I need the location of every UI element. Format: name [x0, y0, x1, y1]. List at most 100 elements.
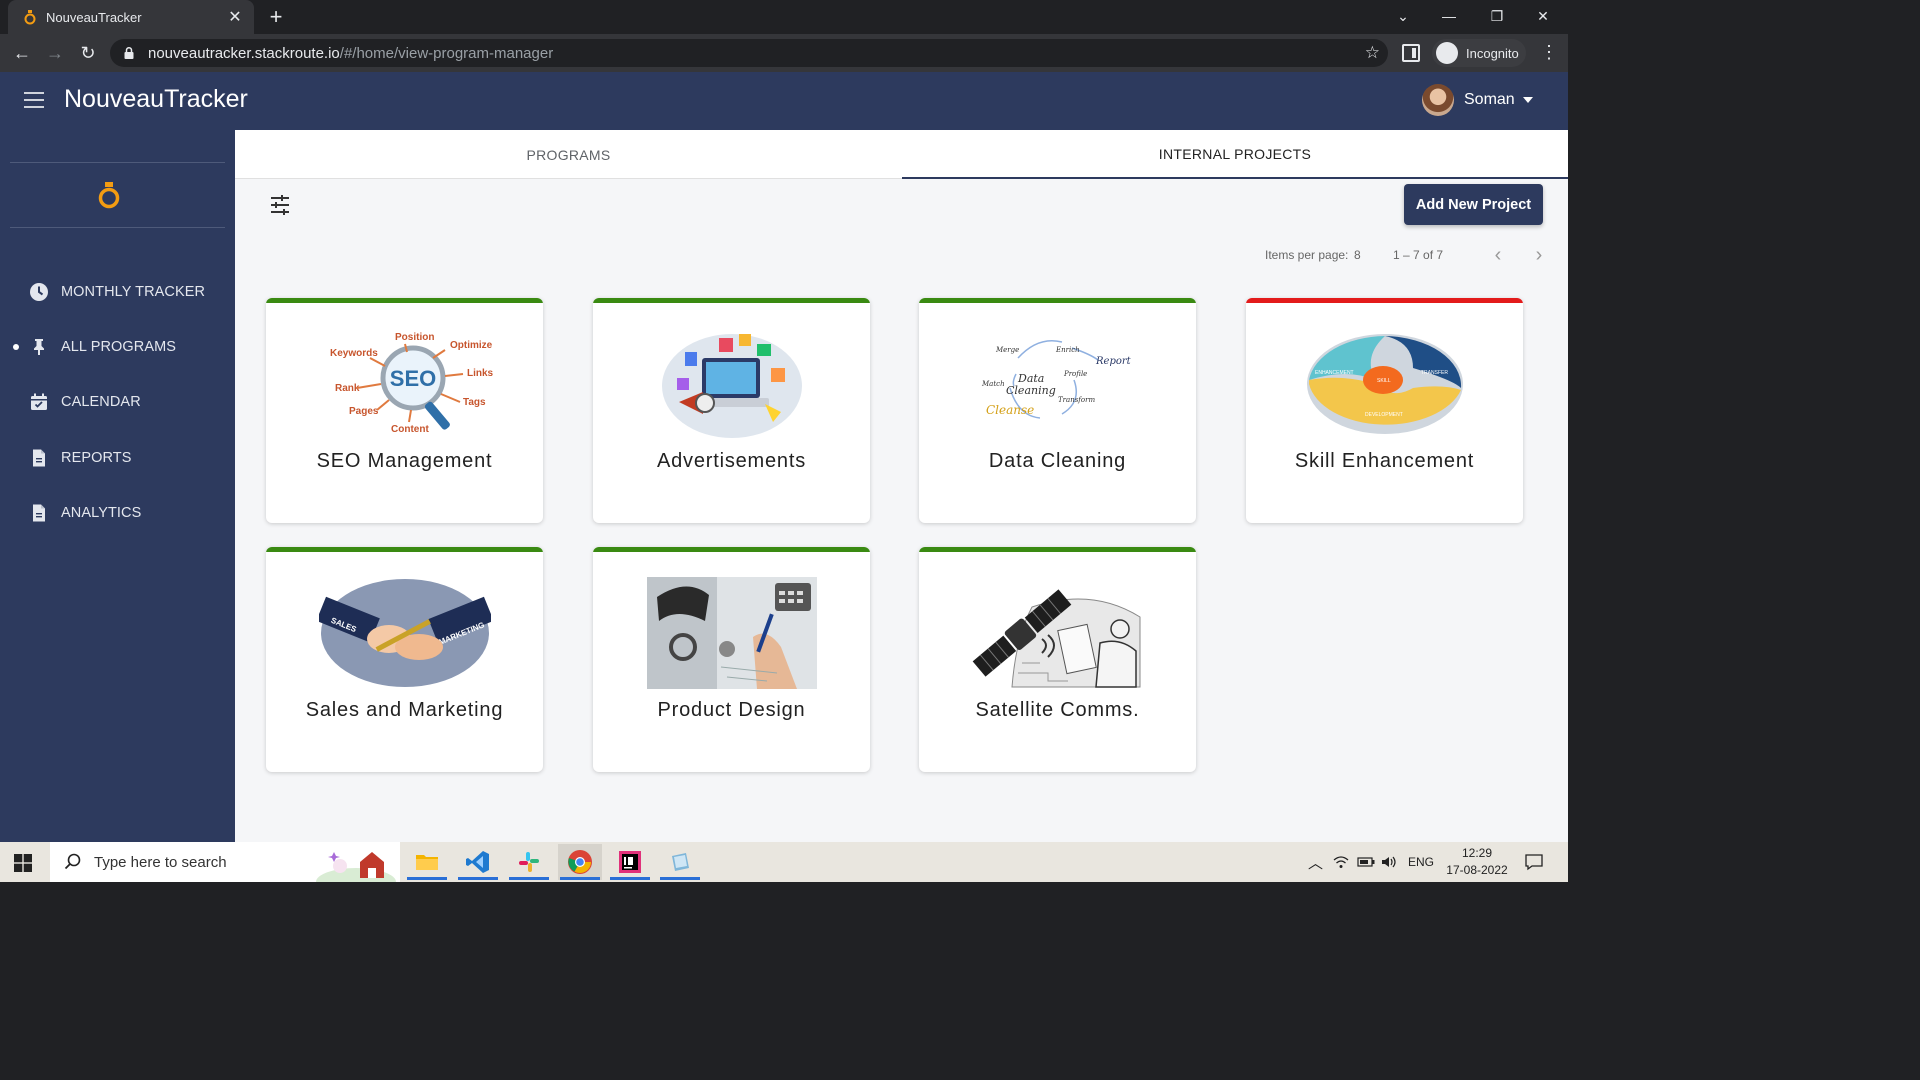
project-card-advertisements[interactable]: Advertisements: [593, 298, 870, 523]
sidebar-item-calendar[interactable]: CALENDAR: [0, 382, 235, 422]
taskbar-chrome[interactable]: [558, 844, 602, 880]
project-card-satellite-comms[interactable]: Satellite Comms.: [919, 547, 1196, 772]
status-bar: [593, 547, 870, 552]
seo-word: Tags: [463, 397, 486, 408]
user-menu[interactable]: Soman: [1422, 84, 1533, 116]
project-card-skill-enhancement[interactable]: ENHANCEMENT TRANSFER SKILL DEVELOPMENT S…: [1246, 298, 1523, 523]
sidebar-divider: [10, 162, 225, 163]
seo-word: Links: [467, 368, 494, 379]
lock-icon: [124, 46, 134, 59]
chrome-icon: [568, 850, 592, 874]
previous-page-chevron-icon[interactable]: ‹: [1490, 245, 1506, 265]
project-name: SEO Management: [316, 450, 493, 472]
incognito-profile-button[interactable]: Incognito: [1432, 39, 1526, 67]
seo-word: Optimize: [450, 340, 493, 351]
project-card-data-cleaning[interactable]: Merge Enrich Report Profile Match Data C…: [919, 298, 1196, 523]
notifications-icon[interactable]: [1524, 842, 1544, 882]
browser-tab-title: NouveauTracker: [46, 9, 142, 25]
items-per-page-label: Items per page:: [1265, 248, 1349, 262]
sidebar-item-analytics[interactable]: ANALYTICS: [0, 493, 235, 533]
next-page-chevron-icon[interactable]: ›: [1531, 245, 1547, 265]
filter-tune-icon[interactable]: [269, 194, 291, 216]
minimize-window-button[interactable]: —: [1426, 0, 1472, 34]
seo-word: Position: [395, 332, 434, 343]
browser-tab-strip: NouveauTracker ✕ + ⌄ — ❐ ✕: [0, 0, 1568, 34]
tab-programs[interactable]: PROGRAMS: [235, 130, 902, 179]
back-arrow-icon[interactable]: ←: [9, 40, 35, 66]
taskbar-intellij[interactable]: [608, 844, 652, 880]
project-name: Sales and Marketing: [305, 699, 504, 721]
page-range-label: 1 – 7 of 7: [1393, 248, 1444, 262]
add-new-project-button[interactable]: Add New Project: [1404, 184, 1543, 225]
browser-tab[interactable]: NouveauTracker ✕: [8, 0, 254, 34]
skill-cycle-word: ENHANCEMENT: [1315, 370, 1354, 376]
folder-icon: [416, 855, 438, 870]
project-card-seo-management[interactable]: SEO Position Optimize Keywords Links Ran…: [266, 298, 543, 523]
close-window-button[interactable]: ✕: [1520, 0, 1566, 34]
wifi-icon[interactable]: [1333, 842, 1349, 882]
status-bar: [593, 298, 870, 303]
incognito-label: Incognito: [1466, 45, 1519, 61]
data-cleaning-illustration: Merge Enrich Report Profile Match Data C…: [981, 340, 1131, 419]
project-name: Skill Enhancement: [1294, 450, 1475, 472]
data-cleaning-word: Profile: [1063, 370, 1087, 378]
running-indicator: [610, 877, 650, 880]
satellite-illustration: [972, 589, 1140, 688]
side-panel-icon[interactable]: [1402, 44, 1420, 62]
show-hidden-icons-chevron-icon[interactable]: ︿: [1308, 842, 1323, 882]
clock-icon: [29, 282, 49, 302]
skill-cycle-word: TRANSFER: [1421, 370, 1448, 376]
search-highlight-illustration-icon: [316, 852, 396, 882]
taskbar-vscode[interactable]: [456, 844, 500, 880]
tab-internal-projects[interactable]: INTERNAL PROJECTS: [902, 130, 1568, 179]
taskbar-app[interactable]: [658, 844, 702, 880]
status-bar: [266, 298, 543, 303]
address-bar[interactable]: nouveautracker.stackroute.io/#/home/view…: [110, 39, 1388, 67]
reload-icon[interactable]: ↻: [75, 40, 101, 66]
project-card-sales-and-marketing[interactable]: SALES MARKETING Sales and Marketing: [266, 547, 543, 772]
taskbar-search-box[interactable]: Type here to search: [50, 842, 400, 882]
clock-time: 12:29: [1461, 846, 1493, 860]
sidebar-item-label: REPORTS: [61, 450, 132, 466]
sidebar-item-reports[interactable]: REPORTS: [0, 438, 235, 478]
battery-icon[interactable]: [1357, 842, 1375, 882]
sidebar-item-all-programs[interactable]: ALL PROGRAMS: [0, 327, 235, 367]
data-cleaning-word: Match: [981, 380, 1005, 388]
taskbar-file-explorer[interactable]: [405, 844, 449, 880]
taskbar-slack[interactable]: [507, 844, 551, 880]
forward-arrow-icon[interactable]: →: [42, 40, 68, 66]
seo-word: Rank: [335, 383, 360, 394]
data-cleaning-word: Transform: [1058, 396, 1095, 404]
close-tab-icon[interactable]: ✕: [226, 7, 244, 27]
sidebar-item-label: ANALYTICS: [61, 505, 142, 521]
maximize-window-button[interactable]: ❐: [1474, 0, 1520, 34]
project-card-product-design[interactable]: Product Design: [593, 547, 870, 772]
main-content: PROGRAMS INTERNAL PROJECTS Add New Proje…: [235, 130, 1568, 842]
vscode-icon: [466, 851, 489, 873]
data-cleaning-word: Cleanse: [986, 403, 1034, 417]
project-name: Product Design: [657, 699, 806, 721]
os-taskbar: Type here to search ︿ ENG 12:29 17-08-20…: [0, 842, 1568, 882]
hamburger-menu-icon[interactable]: [24, 92, 44, 108]
browser-menu-icon[interactable]: ⋮: [1540, 42, 1558, 64]
slack-icon: [519, 852, 539, 872]
data-cleaning-word: Enrich: [1055, 346, 1080, 354]
running-indicator: [560, 877, 600, 880]
bookmark-star-icon[interactable]: ☆: [1365, 43, 1380, 63]
windows-start-icon[interactable]: [14, 854, 32, 872]
document-icon: [29, 448, 49, 468]
new-tab-button[interactable]: +: [264, 4, 288, 30]
language-indicator[interactable]: ENG: [1408, 842, 1434, 882]
taskbar-clock[interactable]: 12:29 17-08-2022: [1444, 845, 1510, 879]
project-name: Data Cleaning: [988, 450, 1127, 472]
sidebar-item-monthly-tracker[interactable]: MONTHLY TRACKER: [0, 272, 235, 312]
volume-icon[interactable]: [1381, 842, 1397, 882]
items-per-page-select[interactable]: 8: [1354, 248, 1361, 262]
tab-search-chevron-icon[interactable]: ⌄: [1380, 0, 1426, 34]
seo-illustration: SEO Position Optimize Keywords Links Ran…: [330, 332, 494, 435]
search-icon: [64, 853, 81, 870]
data-cleaning-word: Cleaning: [1006, 384, 1056, 397]
seo-word: Pages: [349, 406, 379, 417]
clock-date: 17-08-2022: [1446, 863, 1508, 877]
sidebar: MONTHLY TRACKER ALL PROGRAMS CALENDAR RE…: [0, 130, 235, 842]
